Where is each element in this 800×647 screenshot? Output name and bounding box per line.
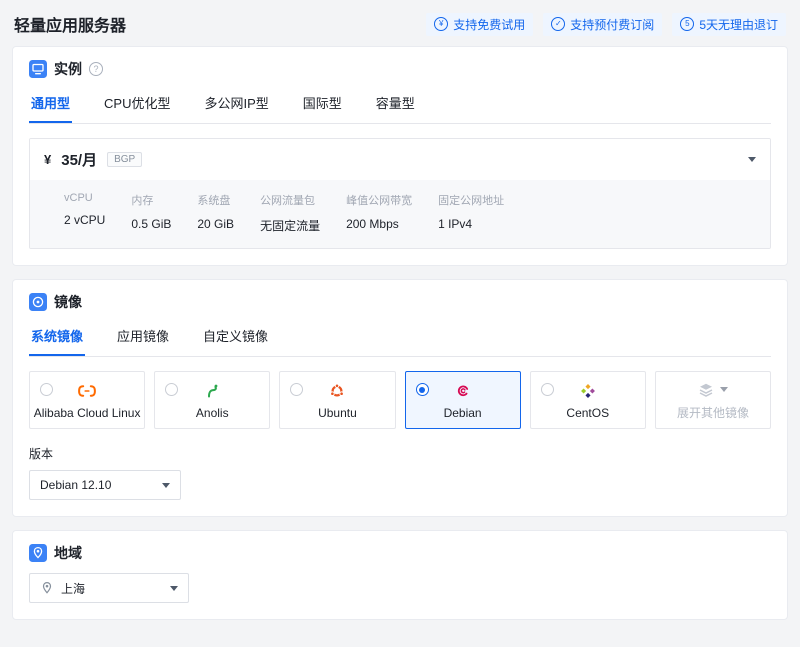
tab-system-image[interactable]: 系统镜像 <box>29 322 86 356</box>
os-option-label: CentOS <box>566 405 610 420</box>
os-option-label: Alibaba Cloud Linux <box>33 405 141 420</box>
tab-app-image[interactable]: 应用镜像 <box>115 322 171 356</box>
radio-button[interactable] <box>290 383 304 396</box>
debian-logo-icon <box>455 383 471 400</box>
image-icon <box>29 293 47 311</box>
radio-button[interactable] <box>40 383 53 396</box>
os-option-anolis[interactable]: Anolis <box>154 371 271 429</box>
badge-label: 支持免费试用 <box>453 17 526 32</box>
spec-label: 公网流量包 <box>260 195 316 207</box>
centos-logo-icon <box>580 383 596 400</box>
tab-cpu-optimized[interactable]: CPU优化型 <box>102 89 172 123</box>
region-value: 上海 <box>61 581 86 596</box>
spec-value: 200 Mbps <box>346 217 399 231</box>
version-select[interactable]: Debian 12.10 <box>29 470 181 500</box>
chevron-down-icon[interactable] <box>170 585 178 591</box>
plan-price-currency: ¥ <box>44 152 52 167</box>
badge-label: 支持预付费订阅 <box>570 17 655 32</box>
version-value: Debian 12.10 <box>40 478 112 492</box>
plan-price-row[interactable]: ¥ 35/月 BGP <box>30 139 770 180</box>
promo-badges: ¥ 支持免费试用 ✓ 支持预付费订阅 5 5天无理由退订 <box>426 12 786 36</box>
network-type-tag: BGP <box>107 152 143 167</box>
image-card: 镜像 系统镜像 应用镜像 自定义镜像 Alibaba Cloud Linux A… <box>12 279 788 517</box>
ubuntu-logo-icon <box>329 383 345 400</box>
os-option-centos[interactable]: CentOS <box>529 371 646 429</box>
spec-value: 20 GiB <box>197 217 235 231</box>
region-icon <box>29 544 47 562</box>
chevron-down-icon[interactable] <box>162 482 170 488</box>
tab-custom-image[interactable]: 自定义镜像 <box>201 322 270 356</box>
plan-specs: vCPU 2 vCPU 内存 0.5 GiB 系统盘 20 GiB 公网流量包 … <box>30 180 770 248</box>
spec-memory: 内存 0.5 GiB <box>131 192 171 234</box>
spec-vcpu: vCPU 2 vCPU <box>64 192 105 234</box>
spec-value: 无固定流量 <box>260 219 321 233</box>
os-option-label: Debian <box>443 405 482 420</box>
os-option-ubuntu[interactable]: Ubuntu <box>279 371 396 429</box>
tab-general[interactable]: 通用型 <box>29 89 73 123</box>
free-trial-icon: ¥ <box>434 17 449 31</box>
chevron-down-icon[interactable] <box>748 157 756 162</box>
free-trial-badge[interactable]: ¥ 支持免费试用 <box>426 12 534 36</box>
radio-button[interactable] <box>415 383 429 396</box>
os-option-debian[interactable]: Debian <box>404 371 521 429</box>
instance-tabs: 通用型 CPU优化型 多公网IP型 国际型 容量型 <box>29 89 771 124</box>
spec-label: 系统盘 <box>197 195 231 207</box>
spec-system-disk: 系统盘 20 GiB <box>197 192 234 234</box>
check-circle-icon: ✓ <box>551 17 566 31</box>
spec-value: 0.5 GiB <box>131 217 172 231</box>
instance-icon <box>29 60 47 78</box>
spec-value: 2 vCPU <box>64 213 106 227</box>
section-title-image: 镜像 <box>54 294 82 310</box>
section-title-instance: 实例 <box>54 61 82 77</box>
os-option-row: Alibaba Cloud Linux Anolis Ubuntu Debian… <box>29 371 772 429</box>
os-option-alibaba-cloud-linux[interactable]: Alibaba Cloud Linux <box>29 371 146 429</box>
image-section-header: 镜像 <box>29 292 771 312</box>
expand-label: 展开其他镜像 <box>676 405 749 420</box>
help-icon[interactable]: ? <box>89 62 103 76</box>
plan-selector[interactable]: ¥ 35/月 BGP vCPU 2 vCPU 内存 0.5 GiB 系统盘 20… <box>29 138 771 249</box>
region-card: 地域 上海 <box>12 530 788 620</box>
page: 轻量应用服务器 ¥ 支持免费试用 ✓ 支持预付费订阅 5 5天无理由退订 实例 … <box>0 0 800 647</box>
region-section-header: 地域 <box>29 543 771 563</box>
expand-icon-group <box>698 382 728 398</box>
spec-fixed-public-ip: 固定公网地址 1 IPv4 <box>438 192 504 234</box>
tab-international[interactable]: 国际型 <box>301 89 344 123</box>
spec-traffic-package: 公网流量包 无固定流量 <box>260 192 320 234</box>
layers-icon <box>699 383 713 397</box>
radio-button[interactable] <box>540 383 554 396</box>
refund-badge[interactable]: 5 5天无理由退订 <box>672 12 786 36</box>
spec-label: 峰值公网带宽 <box>346 195 413 207</box>
plan-price: 35/月 <box>61 152 98 169</box>
image-tabs: 系统镜像 应用镜像 自定义镜像 <box>29 322 771 357</box>
spec-label: 内存 <box>131 195 154 207</box>
page-title: 轻量应用服务器 <box>14 18 127 35</box>
chevron-down-icon[interactable] <box>719 387 728 392</box>
section-title-region: 地域 <box>54 545 82 561</box>
instance-section-header: 实例 ? <box>29 59 771 79</box>
version-label: 版本 <box>29 447 54 461</box>
spec-label: 固定公网地址 <box>438 195 505 207</box>
prepaid-subscription-badge[interactable]: ✓ 支持预付费订阅 <box>543 12 663 36</box>
region-select[interactable]: 上海 <box>29 573 189 603</box>
radio-button[interactable] <box>165 383 179 396</box>
spec-label: vCPU <box>64 192 93 204</box>
os-option-label: Ubuntu <box>318 405 357 420</box>
badge-label: 5天无理由退订 <box>699 17 778 32</box>
location-pin-icon <box>40 581 54 595</box>
five-day-icon: 5 <box>680 17 695 31</box>
spec-peak-bandwidth: 峰值公网带宽 200 Mbps <box>346 192 412 234</box>
spec-value: 1 IPv4 <box>438 217 473 231</box>
os-option-label: Anolis <box>195 405 229 420</box>
tab-multi-public-ip[interactable]: 多公网IP型 <box>202 89 270 123</box>
page-header: 轻量应用服务器 ¥ 支持免费试用 ✓ 支持预付费订阅 5 5天无理由退订 <box>12 10 788 46</box>
alibaba-cloud-linux-logo-icon <box>76 383 98 400</box>
tab-capacity[interactable]: 容量型 <box>374 89 417 123</box>
expand-other-images-button[interactable]: 展开其他镜像 <box>654 371 772 429</box>
instance-card: 实例 ? 通用型 CPU优化型 多公网IP型 国际型 容量型 ¥ 35/月 BG… <box>12 46 788 266</box>
anolis-logo-icon <box>204 383 220 400</box>
